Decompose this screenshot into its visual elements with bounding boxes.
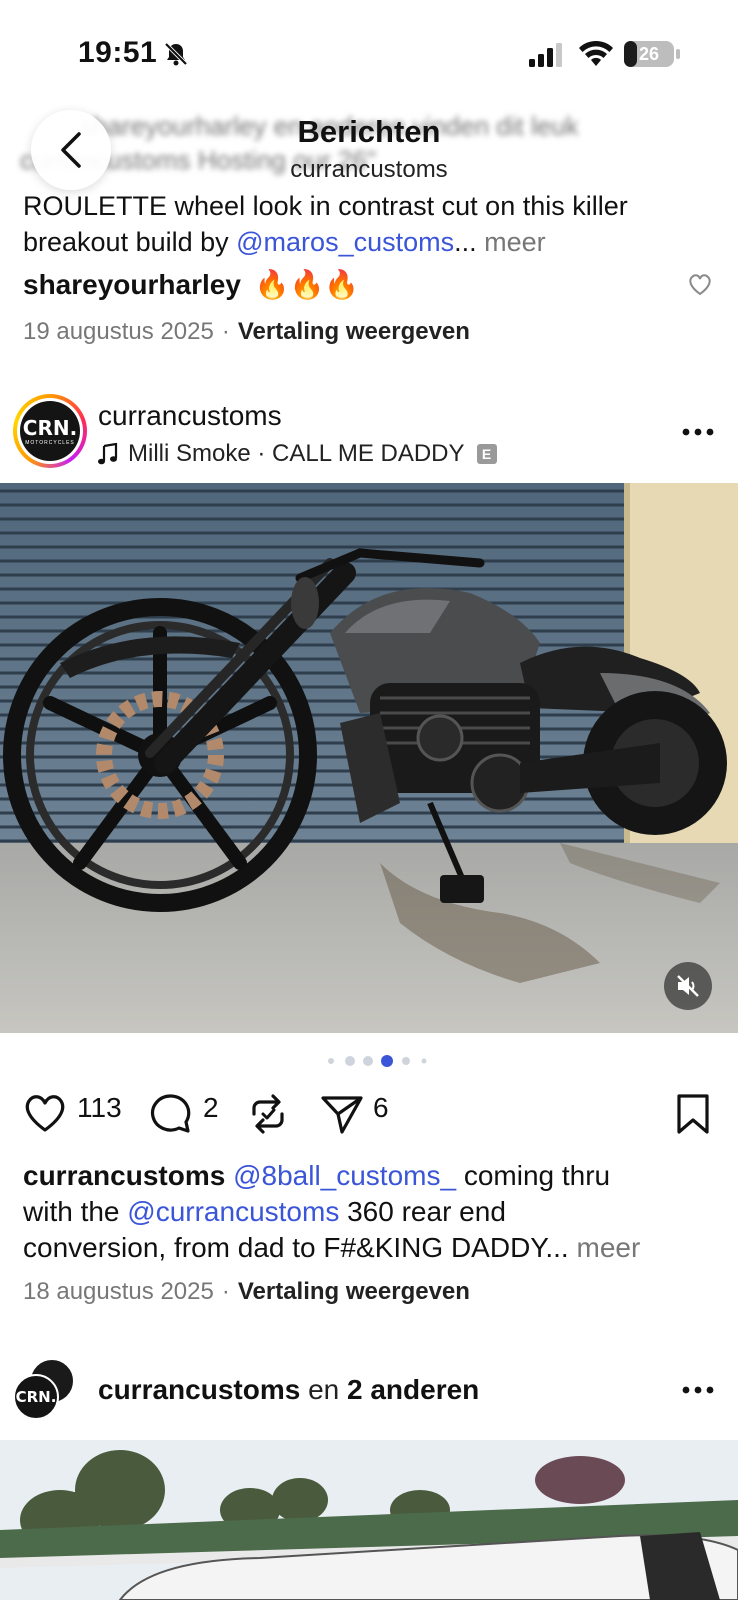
battery-cap [676,49,680,59]
avatar-logo-text: CRN. [15,1388,57,1406]
caption-text: 360 rear end [339,1196,506,1227]
more-options-icon[interactable] [681,1385,715,1395]
speaker-muted-icon [677,975,699,997]
van-photo [0,1440,738,1600]
status-bar: 19:51 26 [0,0,738,110]
collab-avatars[interactable]: CRN. [13,1358,77,1424]
wifi-icon [579,40,613,66]
carousel-dot [381,1055,393,1067]
more-link[interactable]: meer [477,227,546,257]
collab-others[interactable]: 2 anderen [347,1374,479,1405]
avatar-story-ring[interactable]: CRN. MOTORCYCLES [13,394,87,468]
post-caption: currancustoms @8ball_customs_ coming thr… [23,1158,723,1266]
avatar: CRN. MOTORCYCLES [20,401,80,461]
post-photo[interactable] [0,483,738,1033]
prev-caption-line-1: ROULETTE wheel look in contrast cut on t… [23,191,628,221]
page-subtitle: currancustoms [290,156,448,183]
battery-level-text: 26 [638,44,660,64]
status-time: 19:51 [78,36,158,69]
prev-caption-line-2: breakout build by @maros_customs... meer [23,224,723,260]
more-options-icon[interactable] [681,427,715,437]
mention-link[interactable]: @8ball_customs_ [233,1160,456,1191]
music-title: Milli Smoke · CALL ME DADDY [128,440,465,467]
collab-connector: en [300,1374,347,1405]
carousel-dot [345,1056,355,1066]
carousel-dot [363,1056,373,1066]
next-post-photo[interactable] [0,1440,738,1600]
carousel-dot [328,1058,334,1064]
bookmark-icon[interactable] [675,1093,711,1135]
mention-link[interactable]: @currancustoms [127,1196,339,1227]
shares-count[interactable]: 6 [373,1092,389,1124]
like-heart-icon[interactable] [23,1093,67,1133]
post-date: 19 augustus 2025 [23,318,214,345]
comments-count[interactable]: 2 [203,1092,219,1124]
caption-line-2: with the @currancustoms 360 rear end [23,1194,723,1230]
caption-line-3: conversion, from dad to F#&KING DADDY...… [23,1230,723,1266]
mention-link[interactable]: @maros_customs [236,227,454,257]
more-link[interactable]: meer [569,1232,640,1263]
prev-post-meta: 19 augustus 2025 · Vertaling weergeven [23,318,470,346]
carousel-dot [402,1057,410,1065]
comment-text: 🔥🔥🔥 [254,269,360,300]
carousel-dot [421,1058,427,1064]
translate-link[interactable]: Vertaling weergeven [238,318,470,345]
caption-ellipsis: ... [454,227,477,257]
avatar: CRN. [13,1374,59,1420]
motorcycle-photo [0,483,738,1033]
caption-username[interactable]: currancustoms [23,1160,225,1191]
music-note-icon [98,443,118,465]
repost-icon[interactable] [248,1092,288,1136]
avatar-border: CRN. MOTORCYCLES [17,398,83,464]
caption-ellipsis: ... [545,1232,569,1263]
cellular-signal-icon [529,43,562,67]
prev-caption-text: breakout build by [23,227,237,257]
comment: shareyourharley 🔥🔥🔥 [23,268,359,301]
likes-count[interactable]: 113 [77,1092,122,1124]
music-info[interactable]: Milli Smoke · CALL ME DADDY E [98,440,497,468]
battery-indicator: 26 [624,41,674,67]
caption-text: with the [23,1196,128,1227]
separator: · [221,1278,230,1305]
avatar-logo-subtext: MOTORCYCLES [25,440,75,446]
caption-text: conversion, from dad to F#&KING DADDY [23,1232,546,1263]
comment-row: shareyourharley 🔥🔥🔥 [23,266,713,306]
bell-off-icon [164,42,188,66]
post-meta: 18 augustus 2025 · Vertaling weergeven [23,1278,470,1306]
caption-line-1: currancustoms @8ball_customs_ coming thr… [23,1158,723,1194]
next-post-username[interactable]: currancustoms [98,1374,300,1405]
explicit-badge: E [476,444,497,464]
post-username[interactable]: currancustoms [98,400,282,432]
post-date: 18 augustus 2025 [23,1278,214,1305]
prev-post-caption: ROULETTE wheel look in contrast cut on t… [23,188,723,260]
avatar-logo-text: CRN. [22,416,78,440]
comment-username[interactable]: shareyourharley [23,269,241,300]
mute-button[interactable] [664,962,712,1010]
caption-text: coming thru [456,1160,611,1191]
comment-icon[interactable] [150,1093,192,1135]
separator: · [221,318,230,345]
share-send-icon[interactable] [320,1094,364,1134]
carousel-indicator [328,1055,427,1067]
heart-icon[interactable] [687,272,713,296]
translate-link[interactable]: Vertaling weergeven [238,1278,470,1305]
collab-header[interactable]: currancustoms en 2 anderen [98,1374,479,1406]
page-title: Berichten [297,114,441,149]
